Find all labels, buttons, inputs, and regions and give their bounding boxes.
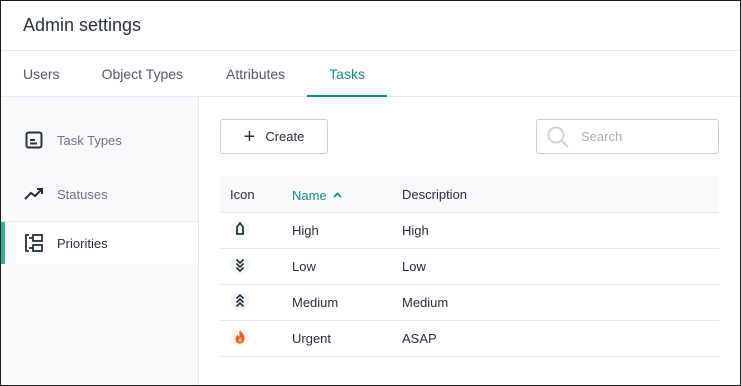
column-header-description: Description	[402, 176, 719, 213]
tab-users[interactable]: Users	[23, 51, 60, 96]
table-row[interactable]: Medium Medium	[220, 284, 719, 321]
sidebar-item-priorities[interactable]: Priorities	[1, 221, 198, 264]
create-button-label: Create	[265, 129, 305, 144]
row-description: Low	[402, 248, 719, 285]
table-row[interactable]: Low Low	[220, 248, 719, 285]
row-name: High	[292, 212, 402, 249]
sort-ascending-icon[interactable]	[333, 186, 342, 201]
search-icon[interactable]	[545, 124, 571, 150]
row-description: Medium	[402, 284, 719, 321]
tab-object-types-label: Object Types	[101, 65, 184, 82]
create-button[interactable]: + Create	[220, 119, 328, 154]
row-description: ASAP	[402, 320, 719, 357]
task-types-icon	[23, 129, 45, 151]
tab-tasks[interactable]: Tasks	[307, 51, 387, 97]
page-title: Admin settings	[23, 15, 142, 35]
admin-settings-window: Admin settings Users Object Types Attrib…	[0, 0, 741, 386]
column-header-label: Icon	[230, 186, 255, 202]
row-icon-cell	[220, 284, 292, 321]
priorities-icon	[23, 232, 45, 254]
low-priority-icon	[230, 255, 250, 278]
search-box	[536, 119, 719, 154]
sidebar-item-label: Statuses	[57, 186, 108, 202]
column-header-name[interactable]: Name	[292, 176, 402, 213]
medium-priority-icon	[230, 291, 250, 314]
tab-users-label: Users	[23, 65, 60, 82]
sidebar-item-label: Priorities	[57, 235, 108, 251]
column-header-icon: Icon	[220, 176, 292, 213]
sidebar-item-statuses[interactable]: Statuses	[1, 167, 198, 221]
sidebar-item-task-types[interactable]: Task Types	[1, 113, 198, 167]
row-icon-cell	[220, 248, 292, 285]
tab-bar: Users Object Types Attributes Tasks	[1, 51, 740, 97]
page-header: Admin settings	[1, 1, 740, 51]
column-header-label: Description	[402, 186, 468, 202]
column-header-label: Name	[292, 187, 327, 203]
sidebar: Task Types Statuses Priorities	[1, 97, 199, 385]
priorities-table: Icon Name Description High High Low Low	[220, 176, 719, 357]
tab-attributes-label: Attributes	[226, 65, 286, 82]
main-content: + Create Icon Name Description	[199, 97, 740, 385]
tab-object-types[interactable]: Object Types	[102, 51, 183, 96]
row-name: Low	[292, 248, 402, 285]
row-icon-cell	[220, 320, 292, 357]
tab-attributes[interactable]: Attributes	[226, 51, 285, 96]
row-name: Urgent	[292, 320, 402, 357]
search-input[interactable]	[579, 128, 713, 145]
tab-tasks-label: Tasks	[329, 65, 365, 82]
sidebar-item-label: Task Types	[57, 132, 122, 148]
plus-icon: +	[243, 125, 256, 148]
row-icon-cell	[220, 212, 292, 249]
trend-icon	[23, 183, 45, 205]
row-description: High	[402, 212, 719, 249]
table-header-row: Icon Name Description	[220, 176, 719, 213]
row-name: Medium	[292, 284, 402, 321]
table-row[interactable]: High High	[220, 212, 719, 249]
table-row[interactable]: Urgent ASAP	[220, 320, 719, 357]
high-priority-icon	[230, 219, 250, 242]
urgent-flame-icon	[230, 327, 250, 350]
